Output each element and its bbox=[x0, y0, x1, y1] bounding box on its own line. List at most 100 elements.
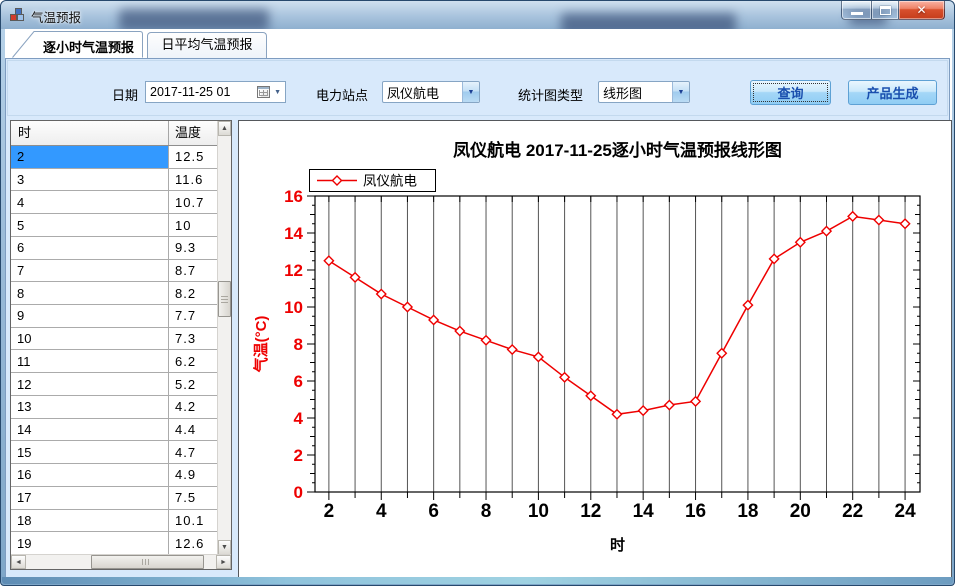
table-row[interactable]: 134.2 bbox=[11, 396, 218, 419]
table-cell-temperature[interactable]: 10.7 bbox=[169, 191, 218, 213]
x-tick-label: 10 bbox=[528, 501, 549, 522]
table-cell-hour[interactable]: 15 bbox=[11, 441, 169, 463]
tab-page-hourly: 日期 2017-11-25 01 ▼ 电力站点 凤仪航电 ▼ 统计图类型 线形图… bbox=[5, 58, 950, 579]
scroll-down-icon[interactable]: ▼ bbox=[218, 540, 231, 555]
data-point-marker bbox=[665, 400, 674, 409]
table-row[interactable]: 212.5 bbox=[11, 146, 218, 169]
glass-reflection bbox=[119, 9, 269, 29]
table-cell-temperature[interactable]: 7.3 bbox=[169, 328, 218, 350]
table-cell-hour[interactable]: 17 bbox=[11, 487, 169, 509]
table-cell-hour[interactable]: 11 bbox=[11, 350, 169, 372]
date-input[interactable]: 2017-11-25 01 ▼ bbox=[145, 81, 286, 103]
data-point-marker bbox=[403, 302, 412, 311]
table-cell-hour[interactable]: 6 bbox=[11, 237, 169, 259]
table-row[interactable]: 69.3 bbox=[11, 237, 218, 260]
minimize-button[interactable] bbox=[841, 1, 871, 20]
table-cell-temperature[interactable]: 7.5 bbox=[169, 487, 218, 509]
scroll-left-icon[interactable]: ◄ bbox=[11, 555, 26, 569]
table-cell-temperature[interactable]: 12.5 bbox=[169, 146, 218, 168]
table-cell-temperature[interactable]: 4.2 bbox=[169, 396, 218, 418]
maximize-button[interactable] bbox=[871, 1, 899, 20]
tab-strip: 逐小时气温预报 日平均气温预报 bbox=[5, 29, 952, 58]
table-row[interactable]: 144.4 bbox=[11, 419, 218, 442]
close-button[interactable]: ✕ bbox=[899, 1, 945, 20]
data-point-marker bbox=[874, 215, 883, 224]
titlebar[interactable]: 气温预报 ✕ bbox=[1, 1, 954, 29]
calendar-icon[interactable] bbox=[257, 86, 270, 98]
chevron-down-icon[interactable]: ▼ bbox=[672, 82, 689, 102]
y-tick-label: 16 bbox=[284, 187, 303, 206]
column-header-temperature[interactable]: 温度 bbox=[169, 121, 218, 145]
generate-button[interactable]: 产品生成 bbox=[848, 80, 937, 105]
table-cell-temperature[interactable]: 9.3 bbox=[169, 237, 218, 259]
table-cell-hour[interactable]: 3 bbox=[11, 169, 169, 191]
table-cell-temperature[interactable]: 6.2 bbox=[169, 350, 218, 372]
y-tick-label: 4 bbox=[294, 409, 304, 428]
table-row[interactable]: 107.3 bbox=[11, 328, 218, 351]
table-cell-temperature[interactable]: 12.6 bbox=[169, 532, 218, 554]
table-cell-temperature[interactable]: 7.7 bbox=[169, 305, 218, 327]
table-cell-temperature[interactable]: 8.7 bbox=[169, 260, 218, 282]
table-cell-hour[interactable]: 12 bbox=[11, 373, 169, 395]
data-point-marker bbox=[324, 256, 333, 265]
column-header-hour[interactable]: 时 bbox=[11, 121, 169, 145]
x-tick-label: 16 bbox=[685, 501, 706, 522]
query-button[interactable]: 查询 bbox=[750, 80, 831, 105]
table-row[interactable]: 88.2 bbox=[11, 282, 218, 305]
table-cell-temperature[interactable]: 11.6 bbox=[169, 169, 218, 191]
table-row[interactable]: 177.5 bbox=[11, 487, 218, 510]
table-row[interactable]: 116.2 bbox=[11, 350, 218, 373]
table-row[interactable]: 410.7 bbox=[11, 191, 218, 214]
table-cell-temperature[interactable]: 4.7 bbox=[169, 441, 218, 463]
tab-hourly-forecast[interactable]: 逐小时气温预报 bbox=[11, 30, 145, 58]
table-cell-temperature[interactable]: 10 bbox=[169, 214, 218, 236]
table-row[interactable]: 154.7 bbox=[11, 441, 218, 464]
chevron-down-icon[interactable]: ▼ bbox=[462, 82, 479, 102]
x-tick-label: 22 bbox=[842, 501, 863, 522]
toolbar: 日期 2017-11-25 01 ▼ 电力站点 凤仪航电 ▼ 统计图类型 线形图… bbox=[7, 60, 948, 116]
table-cell-hour[interactable]: 10 bbox=[11, 328, 169, 350]
table-cell-hour[interactable]: 14 bbox=[11, 419, 169, 441]
table-cell-temperature[interactable]: 8.2 bbox=[169, 282, 218, 304]
table-row[interactable]: 97.7 bbox=[11, 305, 218, 328]
table-cell-hour[interactable]: 13 bbox=[11, 396, 169, 418]
table-cell-hour[interactable]: 9 bbox=[11, 305, 169, 327]
table-row[interactable]: 78.7 bbox=[11, 260, 218, 283]
tab-daily-forecast[interactable]: 日平均气温预报 bbox=[147, 32, 267, 58]
table-cell-hour[interactable]: 8 bbox=[11, 282, 169, 304]
table-cell-temperature[interactable]: 5.2 bbox=[169, 373, 218, 395]
date-dropdown-arrow-icon[interactable]: ▼ bbox=[272, 89, 285, 96]
table-cell-temperature[interactable]: 4.9 bbox=[169, 464, 218, 486]
table-cell-hour[interactable]: 16 bbox=[11, 464, 169, 486]
x-tick-label: 24 bbox=[895, 501, 917, 522]
table-cell-hour[interactable]: 5 bbox=[11, 214, 169, 236]
data-point-marker bbox=[639, 406, 648, 415]
table-row[interactable]: 125.2 bbox=[11, 373, 218, 396]
date-label: 日期 bbox=[112, 85, 138, 104]
scroll-right-icon[interactable]: ► bbox=[216, 555, 231, 569]
table-cell-temperature[interactable]: 10.1 bbox=[169, 510, 218, 532]
table-row[interactable]: 1810.1 bbox=[11, 510, 218, 533]
chart-type-select[interactable]: 线形图 ▼ bbox=[598, 81, 690, 103]
table-row[interactable]: 164.9 bbox=[11, 464, 218, 487]
table-row[interactable]: 1912.6 bbox=[11, 532, 218, 555]
table-cell-hour[interactable]: 4 bbox=[11, 191, 169, 213]
scroll-up-icon[interactable]: ▲ bbox=[218, 121, 231, 136]
table-vertical-scrollbar[interactable]: ▲ ▼ bbox=[217, 121, 231, 555]
station-select[interactable]: 凤仪航电 ▼ bbox=[382, 81, 480, 103]
station-label: 电力站点 bbox=[316, 85, 368, 104]
table-row[interactable]: 311.6 bbox=[11, 169, 218, 192]
horizontal-scrollbar-thumb[interactable] bbox=[91, 555, 204, 569]
data-point-marker bbox=[796, 238, 805, 247]
y-axis-title: 气温(°C) bbox=[252, 316, 270, 374]
data-point-marker bbox=[770, 254, 779, 263]
table-horizontal-scrollbar[interactable]: ◄ ► bbox=[11, 554, 231, 569]
table-cell-hour[interactable]: 18 bbox=[11, 510, 169, 532]
table-cell-hour[interactable]: 2 bbox=[11, 146, 169, 168]
vertical-scrollbar-thumb[interactable] bbox=[218, 281, 231, 317]
table-row[interactable]: 510 bbox=[11, 214, 218, 237]
table-cell-hour[interactable]: 19 bbox=[11, 532, 169, 554]
table-cell-hour[interactable]: 7 bbox=[11, 260, 169, 282]
table-cell-temperature[interactable]: 4.4 bbox=[169, 419, 218, 441]
y-tick-label: 14 bbox=[284, 224, 303, 243]
